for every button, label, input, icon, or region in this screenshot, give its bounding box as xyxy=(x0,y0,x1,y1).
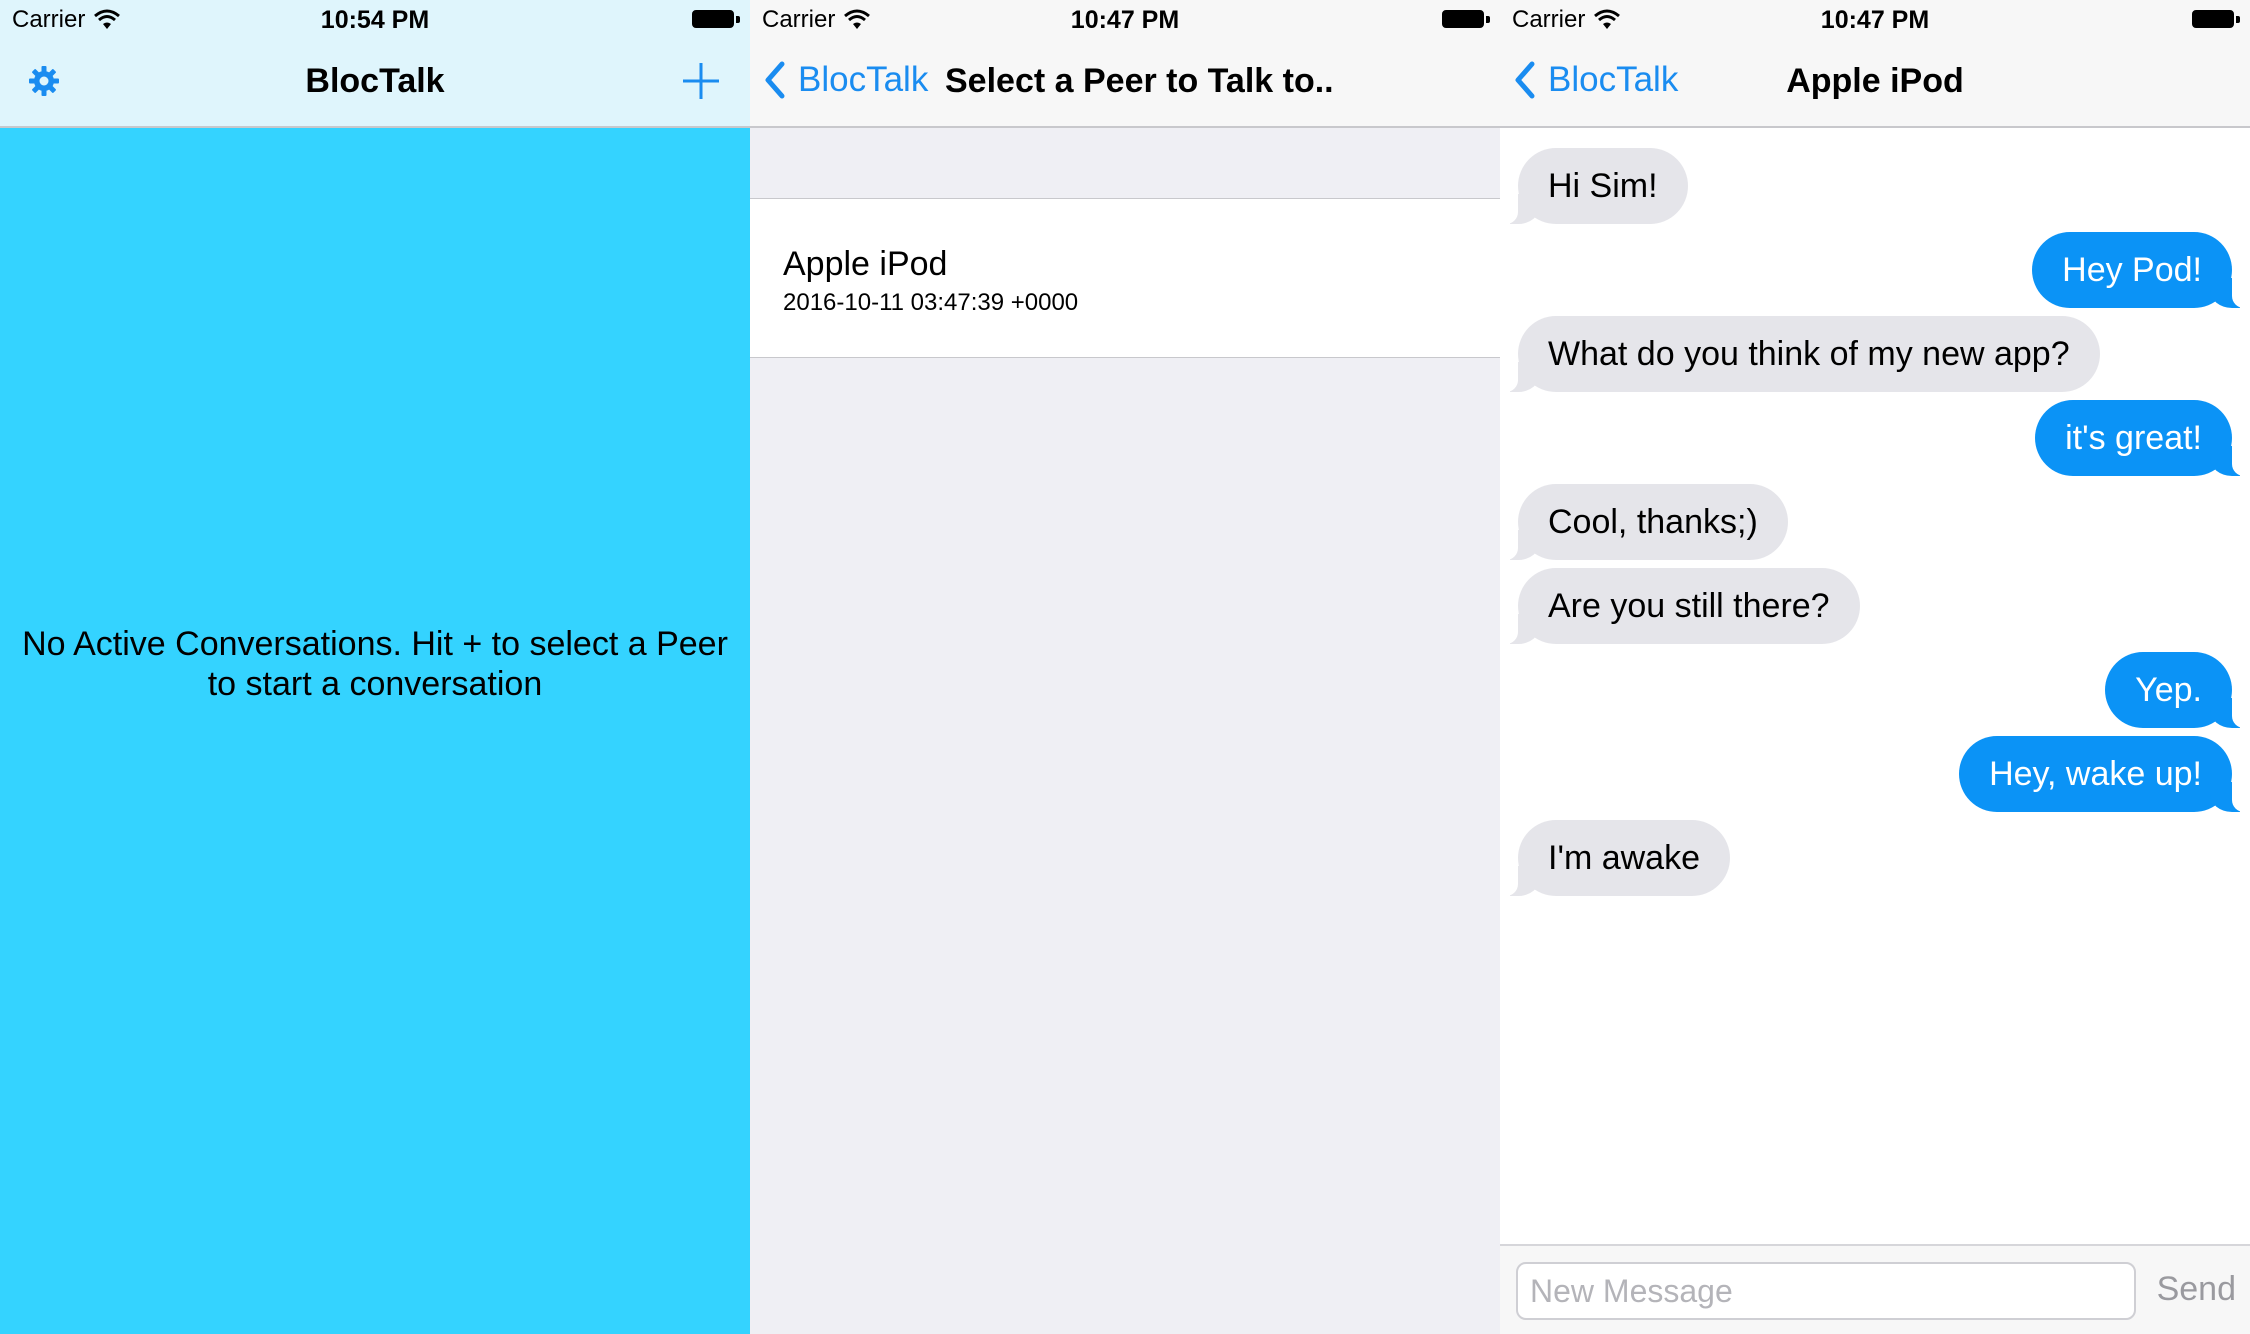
chevron-left-icon xyxy=(765,61,785,99)
back-button[interactable]: BlocTalk xyxy=(764,60,928,100)
send-button[interactable]: Send xyxy=(2157,1270,2236,1309)
page-title: BlocTalk xyxy=(305,62,445,100)
empty-state-line-1: No Active Conversations. Hit + to select… xyxy=(22,625,728,663)
peer-name: Apple iPod xyxy=(783,245,948,283)
nav-bar: BlocTalk xyxy=(0,40,750,128)
peer-list-item[interactable]: Apple iPod 2016-10-11 03:47:39 +0000 xyxy=(750,198,1500,358)
message-bubble-incoming: Cool, thanks;) xyxy=(1500,484,1788,560)
status-time: 10:54 PM xyxy=(320,6,430,34)
nav-bar: BlocTalk Select a Peer to Talk to.. xyxy=(750,40,1500,128)
message-bubble-outgoing: Hey, wake up! xyxy=(1959,736,2250,812)
message-bubble-outgoing: it's great! xyxy=(2035,400,2250,476)
plus-icon[interactable] xyxy=(682,62,720,100)
battery-icon xyxy=(692,10,740,30)
page-title: Select a Peer to Talk to.. xyxy=(945,62,1334,100)
status-bar: Carrier 10:47 PM xyxy=(750,0,1500,40)
message-thread: Hi Sim! Hey Pod! What do you think of my… xyxy=(1500,128,2250,1244)
chat-screen: Carrier 10:47 PM BlocTalk Apple iPod Hi … xyxy=(1500,0,2250,1334)
message-bubble-incoming: Hi Sim! xyxy=(1500,148,1688,224)
message-bubble-incoming: I'm awake xyxy=(1500,820,1730,896)
empty-state-area: No Active Conversations. Hit + to select… xyxy=(0,128,750,1334)
battery-icon xyxy=(2192,10,2240,30)
message-bubble-outgoing: Yep. xyxy=(2105,652,2250,728)
message-bubble-incoming: Are you still there? xyxy=(1500,568,1860,644)
empty-state-line-2: to start a conversation xyxy=(207,665,543,703)
status-time: 10:47 PM xyxy=(1070,6,1180,34)
message-bubble-outgoing: Hey Pod! xyxy=(2032,232,2250,308)
back-button-label: BlocTalk xyxy=(798,60,929,99)
message-composer: Send xyxy=(1500,1244,2250,1334)
status-time: 10:47 PM xyxy=(1820,6,1930,34)
new-message-input[interactable] xyxy=(1516,1262,2136,1320)
status-bar: Carrier 10:47 PM xyxy=(1500,0,2250,40)
page-title: Apple iPod xyxy=(1786,62,1964,100)
conversations-screen: Carrier 10:54 PM BlocTalk No Active Conv… xyxy=(0,0,750,1334)
battery-icon xyxy=(1442,10,1490,30)
peer-date: 2016-10-11 03:47:39 +0000 xyxy=(783,289,1079,316)
empty-state-message: No Active Conversations. Hit + to select… xyxy=(0,624,750,704)
peer-selection-screen: Carrier 10:47 PM BlocTalk Select a Peer … xyxy=(750,0,1500,1334)
message-bubble-incoming: What do you think of my new app? xyxy=(1500,316,2100,392)
status-bar: Carrier 10:54 PM xyxy=(0,0,750,40)
nav-bar: BlocTalk Apple iPod xyxy=(1500,40,2250,128)
